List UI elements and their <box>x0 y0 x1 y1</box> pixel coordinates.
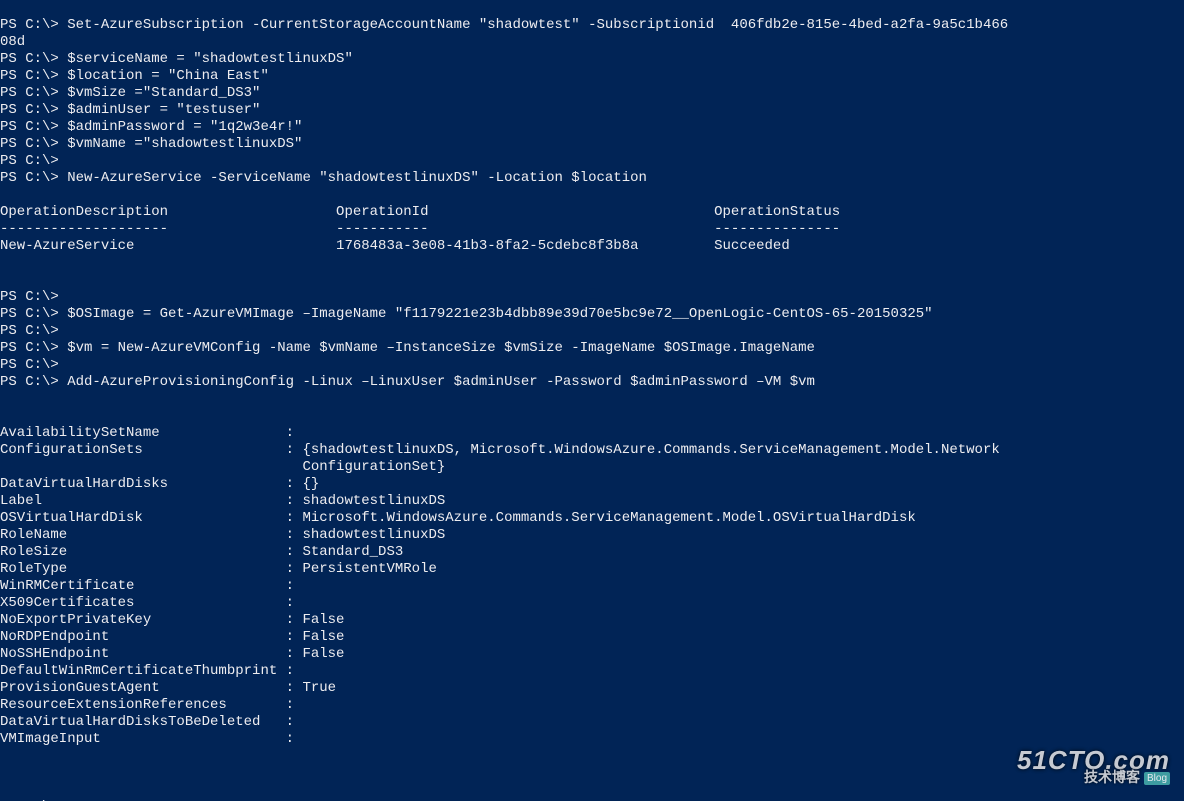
terminal-line: RoleName : shadowtestlinuxDS <box>0 527 445 543</box>
terminal-line: PS C:\> New-AzureService -ServiceName "s… <box>0 170 647 186</box>
terminal-line: PS C:\> $vmName ="shadowtestlinuxDS" <box>0 136 302 152</box>
terminal-line: PS C:\> <box>0 153 59 169</box>
terminal-line: PS C:\> Set-AzureSubscription -CurrentSt… <box>0 17 1008 33</box>
terminal-line: PS C:\> <box>0 289 59 305</box>
terminal-line: New-AzureService 1768483a-3e08-41b3-8fa2… <box>0 238 790 254</box>
terminal-line: DefaultWinRmCertificateThumbprint : <box>0 663 294 679</box>
terminal-line: PS C:\> $adminPassword = "1q2w3e4r!" <box>0 119 302 135</box>
terminal-line: PS C:\> $vmSize ="Standard_DS3" <box>0 85 260 101</box>
terminal-line: WinRMCertificate : <box>0 578 294 594</box>
terminal-line: PS C:\> $vm = New-AzureVMConfig -Name $v… <box>0 340 815 356</box>
terminal-line: NoRDPEndpoint : False <box>0 629 344 645</box>
terminal-line: PS C:\> $adminUser = "testuser" <box>0 102 260 118</box>
terminal-line: X509Certificates : <box>0 595 294 611</box>
terminal-line: 08d <box>0 34 25 50</box>
terminal-line: ConfigurationSet} <box>0 459 445 475</box>
terminal-line: RoleType : PersistentVMRole <box>0 561 437 577</box>
terminal-line: PS C:\> Add-AzureProvisioningConfig -Lin… <box>0 374 815 390</box>
terminal-line: AvailabilitySetName : <box>0 425 294 441</box>
terminal-line: ProvisionGuestAgent : True <box>0 680 336 696</box>
terminal-line: OperationDescription OperationId Operati… <box>0 204 840 220</box>
terminal-line: PS C:\> $serviceName = "shadowtestlinuxD… <box>0 51 353 67</box>
powershell-terminal[interactable]: PS C:\> Set-AzureSubscription -CurrentSt… <box>0 0 1184 801</box>
terminal-line: PS C:\> $location = "China East" <box>0 68 269 84</box>
terminal-line: ConfigurationSets : {shadowtestlinuxDS, … <box>0 442 1000 458</box>
terminal-line: VMImageInput : <box>0 731 294 747</box>
terminal-line: PS C:\> <box>0 357 59 373</box>
terminal-line: NoExportPrivateKey : False <box>0 612 344 628</box>
terminal-line: ResourceExtensionReferences : <box>0 697 294 713</box>
terminal-line: OSVirtualHardDisk : Microsoft.WindowsAzu… <box>0 510 916 526</box>
terminal-line: PS C:\> <box>0 323 59 339</box>
terminal-line: DataVirtualHardDisksToBeDeleted : <box>0 714 294 730</box>
terminal-line: PS C:\> $OSImage = Get-AzureVMImage –Ima… <box>0 306 933 322</box>
terminal-line: DataVirtualHardDisks : {} <box>0 476 319 492</box>
terminal-line: Label : shadowtestlinuxDS <box>0 493 445 509</box>
terminal-line: -------------------- ----------- -------… <box>0 221 840 237</box>
terminal-line: NoSSHEndpoint : False <box>0 646 344 662</box>
terminal-line: RoleSize : Standard_DS3 <box>0 544 403 560</box>
